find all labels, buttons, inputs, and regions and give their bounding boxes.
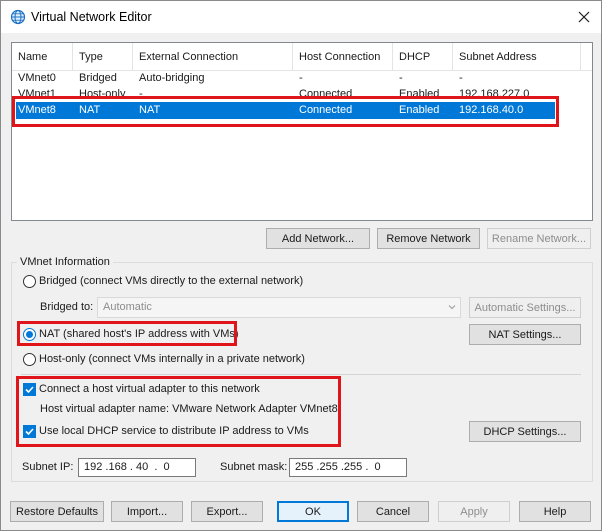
apply-button[interactable]: Apply [438, 501, 510, 522]
vmnet-information-group [11, 262, 593, 482]
column-header-dhcp[interactable]: DHCP [393, 43, 453, 71]
bridged-label[interactable]: Bridged (connect VMs directly to the ext… [39, 275, 303, 287]
column-header-type[interactable]: Type [73, 43, 133, 71]
bridged-to-label: Bridged to: [40, 301, 94, 313]
column-header-name[interactable]: Name [12, 43, 73, 71]
rename-network-button[interactable]: Rename Network... [487, 228, 591, 249]
network-globe-icon [10, 9, 26, 25]
subnet-ip-label: Subnet IP: [22, 461, 74, 473]
help-button[interactable]: Help [519, 501, 591, 522]
automatic-settings-button[interactable]: Automatic Settings... [469, 297, 581, 318]
remove-network-button[interactable]: Remove Network [377, 228, 480, 249]
subnet-ip-input[interactable]: 192 .168 . 40 . 0 [78, 458, 196, 477]
annotation-highlight-row [12, 96, 559, 127]
group-label: VMnet Information [17, 256, 113, 268]
title-bar: Virtual Network Editor [1, 1, 601, 33]
cell-name: VMnet0 [18, 72, 56, 84]
annotation-highlight-nat [17, 321, 237, 346]
add-network-button[interactable]: Add Network... [266, 228, 370, 249]
column-header-external-connection[interactable]: External Connection [133, 43, 293, 71]
import-button[interactable]: Import... [111, 501, 183, 522]
ok-button[interactable]: OK [277, 501, 349, 522]
dhcp-settings-button[interactable]: DHCP Settings... [469, 421, 581, 442]
bridged-radio[interactable] [23, 275, 36, 288]
cell-external: Auto-bridging [139, 72, 205, 84]
restore-defaults-button[interactable]: Restore Defaults [10, 501, 104, 522]
subnet-mask-label: Subnet mask: [220, 461, 288, 473]
cell-type: Bridged [79, 72, 117, 84]
nat-settings-button[interactable]: NAT Settings... [469, 324, 581, 345]
close-icon[interactable] [567, 1, 601, 33]
virtual-network-editor-window: Virtual Network Editor Name Type Externa… [0, 0, 602, 531]
cancel-button[interactable]: Cancel [357, 501, 429, 522]
table-row[interactable]: VMnet0 Bridged Auto-bridging - - - [12, 70, 592, 87]
host-only-radio[interactable] [23, 353, 36, 366]
network-list[interactable]: Name Type External Connection Host Conne… [11, 42, 593, 221]
subnet-mask-input[interactable]: 255 .255 .255 . 0 [289, 458, 407, 477]
bridged-to-value: Automatic [103, 301, 152, 313]
window-title: Virtual Network Editor [31, 10, 152, 24]
export-button[interactable]: Export... [191, 501, 263, 522]
cell-host: - [299, 72, 303, 84]
cell-subnet: - [459, 72, 463, 84]
divider [21, 374, 581, 375]
bridged-to-select[interactable]: Automatic [97, 297, 461, 318]
list-header: Name Type External Connection Host Conne… [12, 43, 592, 71]
host-only-label[interactable]: Host-only (connect VMs internally in a p… [39, 353, 305, 365]
column-header-host-connection[interactable]: Host Connection [293, 43, 393, 71]
annotation-highlight-adapter [16, 376, 341, 447]
column-header-subnet-address[interactable]: Subnet Address [453, 43, 581, 71]
chevron-down-icon [447, 302, 457, 315]
cell-dhcp: - [399, 72, 403, 84]
